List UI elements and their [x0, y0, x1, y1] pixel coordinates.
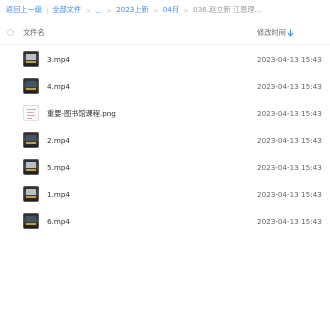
file-list: 3.mp4 2023-04-13 15:43 4.mp4 2023-04-13 … — [0, 46, 330, 235]
image-thumbnail-icon — [23, 105, 39, 121]
file-row[interactable]: 6.mp4 2023-04-13 15:43 — [0, 208, 330, 235]
column-header-name[interactable]: 文件名 — [23, 28, 45, 38]
file-row[interactable]: 3.mp4 2023-04-13 15:43 — [0, 46, 330, 73]
file-name[interactable]: 4.mp4 — [47, 82, 70, 91]
back-link[interactable]: 返回上一级 — [6, 5, 42, 15]
breadcrumb-separator: | — [45, 5, 49, 15]
file-modified-time: 2023-04-13 15:43 — [257, 55, 322, 64]
file-row[interactable]: 4.mp4 2023-04-13 15:43 — [0, 73, 330, 100]
file-name[interactable]: 5.mp4 — [47, 163, 70, 172]
file-name[interactable]: 6.mp4 — [47, 217, 70, 226]
video-thumbnail-icon — [23, 132, 39, 148]
breadcrumb-separator: > — [152, 5, 159, 15]
video-thumbnail-icon — [23, 213, 39, 229]
file-modified-time: 2023-04-13 15:43 — [257, 109, 322, 118]
file-browser: 返回上一级 | 全部文件 > ... > 2023上新 > 04月 > 036.… — [0, 0, 330, 310]
file-modified-time: 2023-04-13 15:43 — [257, 163, 322, 172]
breadcrumb-all-files[interactable]: 全部文件 — [52, 5, 81, 15]
header-divider — [0, 44, 330, 45]
breadcrumb-2023[interactable]: 2023上新 — [116, 5, 149, 15]
file-modified-time: 2023-04-13 15:43 — [257, 190, 322, 199]
breadcrumb-current-folder: 036.赵立新 江恩理... — [193, 5, 262, 14]
sort-descending-icon[interactable] — [287, 29, 294, 37]
breadcrumb-separator: > — [106, 5, 113, 15]
video-thumbnail-icon — [23, 186, 39, 202]
file-name[interactable]: 2.mp4 — [47, 136, 70, 145]
file-row[interactable]: 2.mp4 2023-04-13 15:43 — [0, 127, 330, 154]
file-list-header: 文件名 修改时间 — [0, 26, 330, 40]
breadcrumb-ellipsis[interactable]: ... — [95, 6, 102, 15]
file-modified-time: 2023-04-13 15:43 — [257, 136, 322, 145]
select-all-checkbox[interactable] — [7, 29, 14, 36]
column-header-modified-time[interactable]: 修改时间 — [257, 28, 286, 38]
breadcrumb: 返回上一级 | 全部文件 > ... > 2023上新 > 04月 > 036.… — [6, 4, 261, 16]
file-modified-time: 2023-04-13 15:43 — [257, 217, 322, 226]
breadcrumb-separator: > — [85, 5, 92, 15]
video-thumbnail-icon — [23, 159, 39, 175]
file-row[interactable]: 5.mp4 2023-04-13 15:43 — [0, 154, 330, 181]
video-thumbnail-icon — [23, 78, 39, 94]
file-row[interactable]: 重要-图书馆课程.png 2023-04-13 15:43 — [0, 100, 330, 127]
file-row[interactable]: 1.mp4 2023-04-13 15:43 — [0, 181, 330, 208]
file-modified-time: 2023-04-13 15:43 — [257, 82, 322, 91]
file-name[interactable]: 3.mp4 — [47, 55, 70, 64]
file-name[interactable]: 1.mp4 — [47, 190, 70, 199]
video-thumbnail-icon — [23, 51, 39, 67]
file-name[interactable]: 重要-图书馆课程.png — [47, 109, 116, 119]
breadcrumb-separator: > — [183, 5, 190, 15]
breadcrumb-april[interactable]: 04月 — [163, 5, 179, 15]
